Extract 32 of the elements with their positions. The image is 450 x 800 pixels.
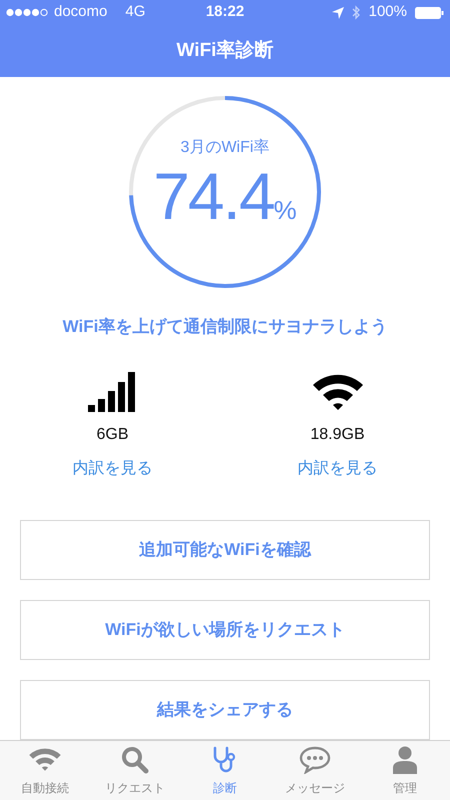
tab-item[interactable]: リクエスト — [90, 741, 180, 800]
carrier-name: docomo — [54, 2, 108, 22]
action-button[interactable]: 結果をシェアする — [20, 680, 430, 740]
breakdown-link[interactable]: 内訳を見る — [72, 457, 152, 481]
wifi-icon — [28, 747, 62, 773]
gauge-label: 3月のWiFi率 — [180, 138, 270, 158]
signal-bars-icon — [88, 371, 138, 413]
battery-percentage: 100% — [368, 2, 407, 22]
action-button[interactable]: WiFiが欲しい場所をリクエスト — [20, 600, 430, 660]
search-icon — [121, 746, 149, 774]
network-type: 4G — [125, 2, 146, 22]
action-button[interactable]: 追加可能なWiFiを確認 — [20, 520, 430, 580]
bluetooth-icon — [352, 5, 361, 20]
signal-strength-icon — [6, 8, 50, 17]
wifi-icon — [310, 373, 364, 413]
breakdown-link[interactable]: 内訳を見る — [298, 457, 378, 481]
tab-item[interactable]: 診断 — [180, 741, 270, 800]
tab-item[interactable]: 管理 — [360, 741, 450, 800]
tab-item[interactable]: 自動接続 — [0, 741, 90, 800]
slogan-text: WiFi率を上げて通信制限にサヨナラしよう — [62, 316, 388, 338]
tab-item[interactable]: メッセージ — [270, 741, 360, 800]
person-icon — [392, 746, 418, 774]
status-time: 18:22 — [206, 2, 244, 22]
usage-amount: 18.9GB — [310, 425, 365, 445]
usage-amount: 6GB — [96, 425, 128, 445]
battery-icon — [415, 6, 444, 18]
nav-title: WiFi率診断 — [176, 38, 274, 63]
gauge-unit: % — [274, 195, 297, 228]
location-arrow-icon — [332, 6, 344, 18]
gauge-value: 74.4 — [153, 160, 274, 232]
speech-bubble-icon — [299, 746, 331, 774]
stethoscope-icon — [212, 746, 238, 774]
